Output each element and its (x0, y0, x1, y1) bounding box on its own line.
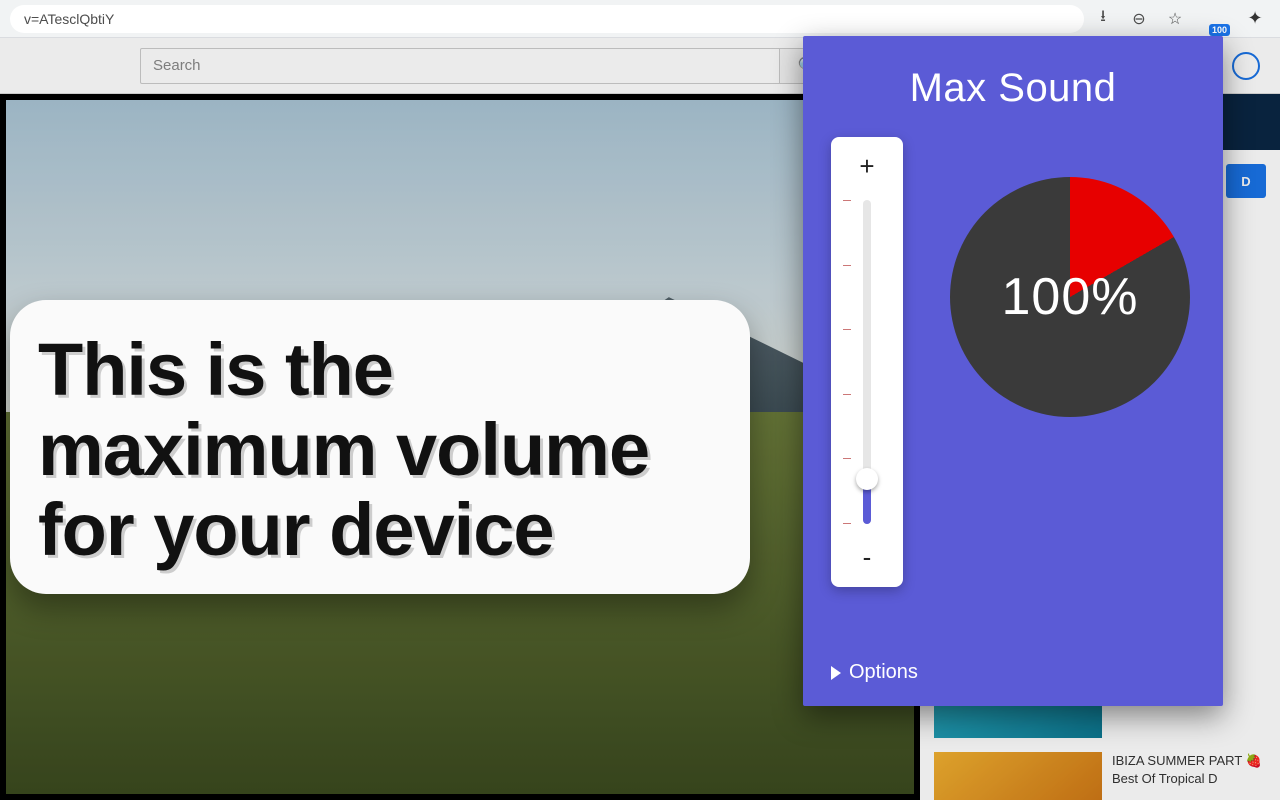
browser-address-bar: v=ATesclQbtiY ⭳ ⊖ ☆ 100 ✦ (0, 0, 1280, 38)
bookmark-star-icon[interactable]: ☆ (1166, 10, 1184, 28)
annotation-caption-card: This is the maximum volume for your devi… (10, 300, 750, 594)
video-thumbnail (934, 752, 1102, 800)
search-input[interactable]: Search (140, 48, 780, 84)
annotation-caption-text: This is the maximum volume for your devi… (38, 330, 722, 570)
video-title: IBIZA SUMMER PART 🍓 Best Of Tropical D (1112, 752, 1266, 787)
volume-slider[interactable] (831, 182, 903, 542)
extension-badge-value: 100 (1209, 24, 1230, 36)
popup-title: Max Sound (910, 66, 1117, 111)
address-bar-actions: ⭳ ⊖ ☆ 100 ✦ (1094, 6, 1264, 32)
volume-gauge: 100% (950, 177, 1190, 417)
account-avatar[interactable] (1232, 52, 1260, 80)
volume-decrease-button[interactable]: - (863, 542, 872, 573)
omnibox[interactable]: v=ATesclQbtiY (10, 5, 1084, 33)
volume-slider-panel: + - (831, 137, 903, 587)
slider-thumb[interactable] (856, 468, 878, 490)
download-button[interactable]: D (1226, 164, 1266, 198)
volume-increase-button[interactable]: + (859, 151, 874, 182)
options-toggle[interactable]: Options (831, 661, 918, 684)
search-placeholder: Search (153, 57, 201, 74)
url-text: v=ATesclQbtiY (24, 11, 114, 27)
zoom-out-icon[interactable]: ⊖ (1130, 10, 1148, 28)
options-label: Options (849, 661, 918, 684)
list-item[interactable]: IBIZA SUMMER PART 🍓 Best Of Tropical D (934, 752, 1266, 800)
disclosure-triangle-icon (831, 666, 841, 680)
download-icon[interactable]: ⭳ (1094, 10, 1112, 28)
slider-ticks (843, 200, 853, 524)
max-sound-extension-icon[interactable]: 100 (1202, 6, 1228, 32)
volume-percent-label: 100% (950, 177, 1190, 417)
max-sound-popup: Max Sound + - 100% Options (803, 36, 1223, 706)
extensions-puzzle-icon[interactable]: ✦ (1246, 10, 1264, 28)
